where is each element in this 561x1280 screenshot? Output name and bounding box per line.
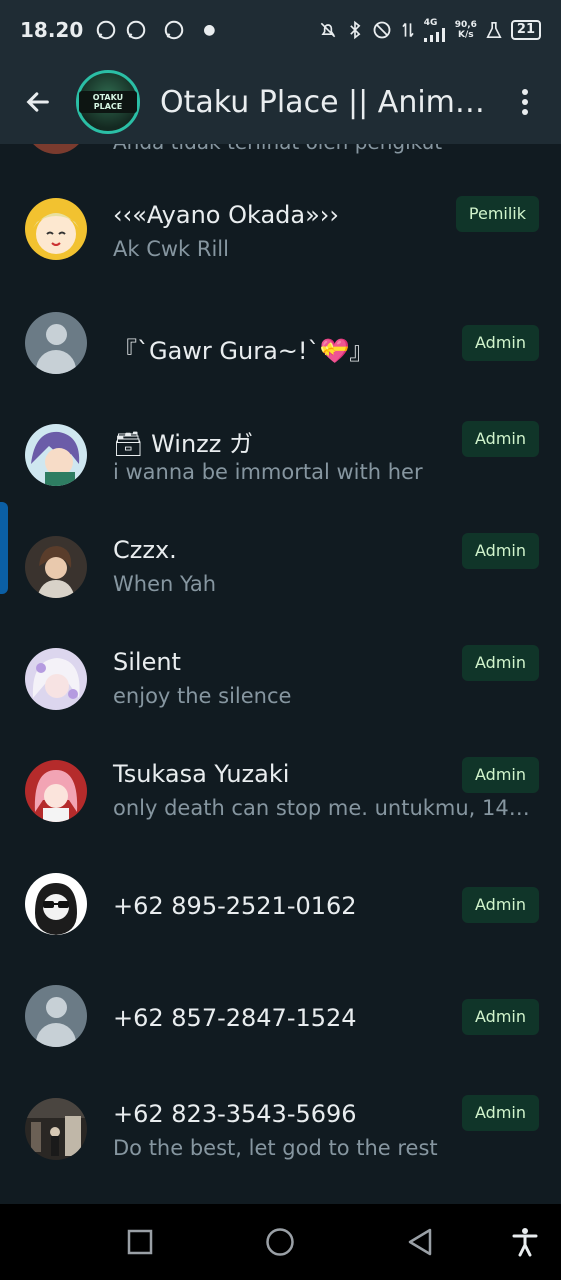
list-item[interactable]: 『`Gawr Gura~!`💝』 Admin bbox=[0, 282, 561, 394]
participant-about: Do the best, let god to the rest bbox=[113, 1136, 438, 1160]
avatar bbox=[25, 198, 87, 260]
role-badge: Admin bbox=[462, 421, 539, 457]
default-avatar-icon bbox=[25, 985, 87, 1047]
avatar bbox=[25, 424, 87, 486]
participant-name: Tsukasa Yuzaki bbox=[113, 760, 290, 788]
participant-name: ‹‹«Ayano Okada»›› bbox=[113, 201, 339, 229]
avatar bbox=[25, 760, 87, 822]
partial-row-text: Anda tidak terlihat oleh pengikut bbox=[113, 144, 442, 154]
recents-button[interactable] bbox=[120, 1222, 160, 1262]
participant-name: 『`Gawr Gura~!`💝』 bbox=[113, 337, 374, 365]
back-button[interactable] bbox=[20, 84, 56, 120]
list-item[interactable]: ‹‹«Ayano Okada»›› Ak Cwk Rill Pemilik bbox=[0, 170, 561, 282]
role-badge: Admin bbox=[462, 999, 539, 1035]
home-button[interactable] bbox=[260, 1222, 300, 1262]
participant-about: When Yah bbox=[113, 572, 217, 596]
avatar bbox=[25, 144, 87, 154]
list-item[interactable]: Czzx. When Yah Admin bbox=[0, 506, 561, 618]
battery-icon: 21 bbox=[510, 20, 541, 40]
participant-about: i wanna be immortal with her bbox=[113, 460, 423, 484]
navigation-bar bbox=[0, 1204, 561, 1280]
lab-flask-icon bbox=[486, 21, 502, 39]
group-title[interactable]: Otaku Place || Anim… bbox=[160, 85, 507, 120]
participant-name: +62 857-2847-1524 bbox=[113, 1004, 357, 1032]
role-badge: Admin bbox=[462, 645, 539, 681]
list-item[interactable]: +62 823-3543-5696 Do the best, let god t… bbox=[0, 1066, 561, 1178]
avatar bbox=[25, 648, 87, 710]
status-time: 18.20 bbox=[20, 18, 84, 42]
accessibility-button[interactable] bbox=[505, 1222, 545, 1262]
list-item[interactable]: Tsukasa Yuzaki only death can stop me. u… bbox=[0, 730, 561, 842]
notifications-off-icon bbox=[320, 22, 335, 38]
whatsapp-business-icon bbox=[97, 20, 116, 40]
avatar bbox=[25, 1098, 87, 1160]
participant-about: enjoy the silence bbox=[113, 684, 292, 708]
app-bar: OTAKU PLACE Otaku Place || Anim… bbox=[0, 60, 561, 144]
participant-name: +62 895-2521-0162 bbox=[113, 892, 357, 920]
role-badge: Pemilik bbox=[455, 196, 539, 232]
back-nav-button[interactable] bbox=[400, 1222, 440, 1262]
net-speed: 90,6 K/s bbox=[454, 20, 477, 40]
circle-icon bbox=[266, 1228, 294, 1256]
list-item[interactable]: 🗃 Winzz ガ i wanna be immortal with her A… bbox=[0, 394, 561, 506]
list-item[interactable]: Silent enjoy the silence Admin bbox=[0, 618, 561, 730]
participant-name: Czzx. bbox=[113, 536, 177, 564]
square-icon bbox=[127, 1229, 153, 1255]
role-badge: Admin bbox=[462, 533, 539, 569]
whatsapp-icon bbox=[165, 20, 184, 40]
system-status-icons: 4G 90,6 K/s 21 bbox=[318, 17, 541, 42]
notification-icons: ● bbox=[95, 19, 215, 41]
do-not-disturb-icon bbox=[373, 21, 391, 39]
participant-list[interactable]: Anda tidak terlihat oleh pengikut ‹‹«Aya… bbox=[0, 144, 561, 1204]
participant-name: +62 823-3543-5696 bbox=[113, 1100, 357, 1128]
list-item[interactable]: +62 895-2521-0162 Admin bbox=[0, 842, 561, 954]
participant-about: only death can stop me. untukmu, 1400… bbox=[113, 796, 538, 820]
triangle-back-icon bbox=[408, 1228, 432, 1256]
group-logo-text: OTAKU PLACE bbox=[79, 91, 137, 113]
more-options-button[interactable] bbox=[507, 82, 543, 122]
bluetooth-icon bbox=[349, 20, 361, 40]
avatar bbox=[25, 536, 87, 598]
signal-icon bbox=[423, 27, 445, 42]
avatar bbox=[25, 873, 87, 935]
more-vert-icon bbox=[522, 89, 528, 115]
network-type: 4G bbox=[423, 17, 438, 28]
accessibility-icon bbox=[512, 1228, 538, 1257]
arrow-left-icon bbox=[26, 92, 49, 112]
default-avatar-icon bbox=[25, 312, 87, 374]
more-notifications-dot-icon: ● bbox=[203, 22, 216, 38]
role-badge: Admin bbox=[462, 325, 539, 361]
role-badge: Admin bbox=[462, 757, 539, 793]
data-transfer-icon bbox=[402, 22, 414, 38]
whatsapp-icon bbox=[127, 20, 146, 40]
role-badge: Admin bbox=[462, 887, 539, 923]
list-item[interactable]: +62 857-2847-1524 Admin bbox=[0, 954, 561, 1066]
list-item-partial[interactable]: Anda tidak terlihat oleh pengikut bbox=[0, 144, 561, 162]
participant-name: 🗃 Winzz ガ bbox=[113, 430, 254, 458]
edge-panel-handle[interactable] bbox=[0, 502, 8, 594]
participant-about: Ak Cwk Rill bbox=[113, 237, 229, 261]
role-badge: Admin bbox=[462, 1095, 539, 1131]
group-avatar[interactable]: OTAKU PLACE bbox=[76, 70, 140, 134]
status-bar: 18.20 ● 4G 90,6 K/s 21 bbox=[0, 0, 561, 60]
participant-name: Silent bbox=[113, 648, 181, 676]
